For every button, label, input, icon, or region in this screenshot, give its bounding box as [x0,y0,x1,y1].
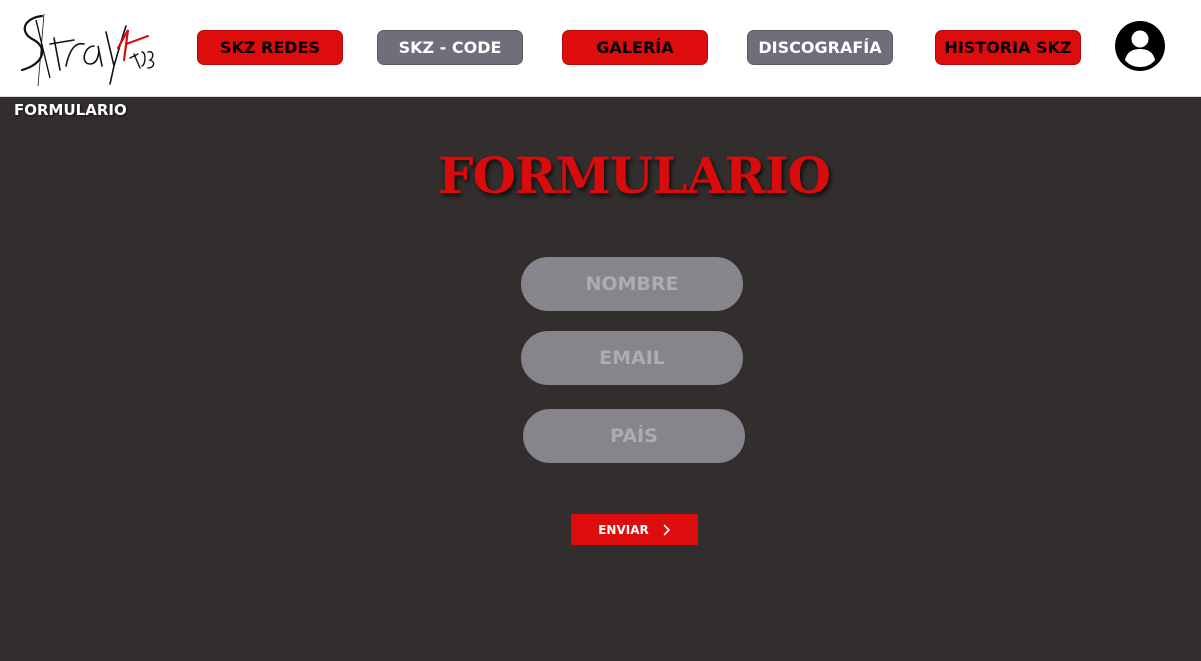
top-navigation-bar: SKZ REDES SKZ - CODE GALERÍA DISCOGRAFÍA… [0,0,1201,97]
user-circle-icon[interactable] [1114,20,1166,72]
nav-button-galeria[interactable]: GALERÍA [562,30,708,65]
form-title: FORMULARIO [437,146,831,205]
nombre-field[interactable] [521,257,743,311]
breadcrumb: FORMULARIO [14,101,127,119]
stray-kids-logo[interactable] [14,8,160,88]
chevron-right-icon [663,524,670,535]
page: SKZ REDES SKZ - CODE GALERÍA DISCOGRAFÍA… [0,0,1201,661]
nav-button-skz-code[interactable]: SKZ - CODE [377,30,523,65]
nav-button-skz-redes[interactable]: SKZ REDES [197,30,343,65]
nav-button-discografia[interactable]: DISCOGRAFÍA [747,30,893,65]
pais-field[interactable] [523,409,745,463]
nav-button-historia-skz[interactable]: HISTORIA SKZ [935,30,1081,65]
enviar-button[interactable]: ENVIAR [571,514,698,545]
email-field[interactable] [521,331,743,385]
enviar-button-label: ENVIAR [598,522,649,537]
